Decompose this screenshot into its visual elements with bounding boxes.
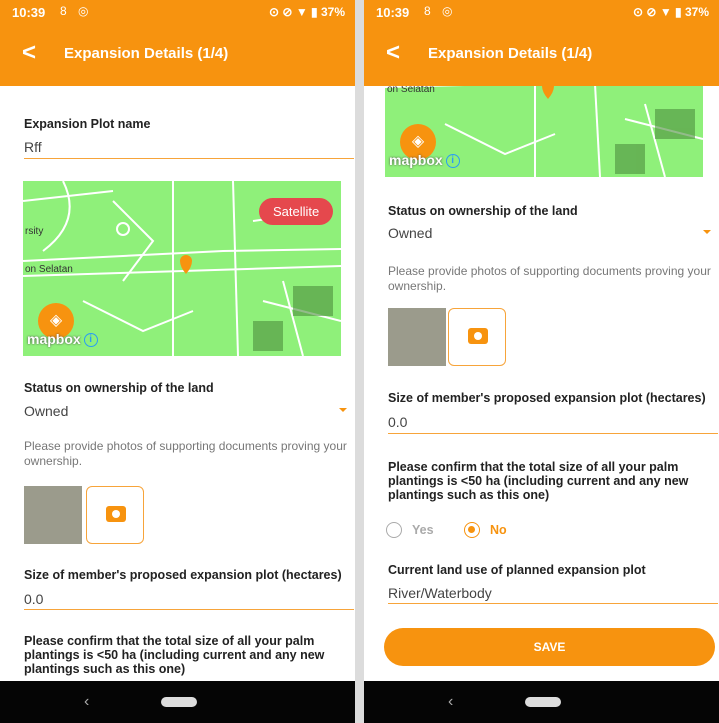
location-pin-icon — [542, 86, 554, 99]
status-right-icons: ⊙ ⊘ ▼ ▮ 37% — [633, 5, 709, 19]
status-time: 10:39 — [12, 5, 46, 20]
ownership-label: Status on ownership of the land — [24, 381, 214, 395]
chevron-down-icon[interactable] — [339, 408, 347, 412]
ownership-label: Status on ownership of the land — [388, 204, 578, 218]
road-label: on Selatan — [387, 86, 435, 95]
form-content[interactable]: on Selatan ◈ mapbox i Status on ownership… — [364, 86, 719, 681]
ownership-select[interactable]: Owned — [24, 403, 68, 419]
nav-home-pill[interactable] — [161, 697, 197, 707]
status-time: 10:39 — [376, 5, 410, 20]
photos-hint: Please provide photos of supporting docu… — [388, 264, 711, 293]
size-underline — [388, 433, 718, 434]
radio-yes[interactable] — [386, 522, 402, 538]
save-button[interactable]: SAVE — [384, 628, 715, 666]
photo-thumbnail[interactable] — [388, 308, 446, 366]
radio-yes-label[interactable]: Yes — [412, 523, 434, 537]
status-bar: 10:39 8 ◎ ⊙ ⊘ ▼ ▮ 37% — [364, 0, 719, 24]
chevron-down-icon[interactable] — [703, 230, 711, 234]
radio-no[interactable] — [464, 522, 480, 538]
status-misc-icons: 8 ◎ — [424, 4, 457, 18]
land-use-label: Current land use of planned expansion pl… — [388, 563, 646, 577]
map-view[interactable]: rsity on Selatan Satellite ◈ mapbox i — [23, 181, 341, 356]
page-title: Expansion Details (1/4) — [428, 45, 593, 62]
status-right-icons: ⊙ ⊘ ▼ ▮ 37% — [269, 5, 345, 19]
screen-left: 10:39 8 ◎ ⊙ ⊘ ▼ ▮ 37% < Expansion Detail… — [0, 0, 355, 723]
back-arrow-icon[interactable]: < — [386, 41, 400, 65]
size-input[interactable]: 0.0 — [24, 591, 43, 607]
app-bar: < Expansion Details (1/4) — [364, 24, 719, 86]
size-underline — [24, 609, 354, 610]
system-nav-bar: ‹ — [364, 681, 719, 723]
plot-name-input[interactable]: Rff — [24, 139, 42, 155]
system-nav-bar: ‹ — [0, 681, 355, 723]
status-bar: 10:39 8 ◎ ⊙ ⊘ ▼ ▮ 37% — [0, 0, 355, 24]
camera-icon — [468, 328, 488, 344]
satellite-button[interactable]: Satellite — [259, 198, 334, 225]
size-label: Size of member's proposed expansion plot… — [388, 391, 706, 405]
nav-home-pill[interactable] — [525, 697, 561, 707]
nav-back-icon[interactable]: ‹ — [448, 693, 453, 711]
road-label: on Selatan — [25, 264, 73, 275]
info-icon[interactable]: i — [445, 154, 460, 169]
camera-button[interactable] — [448, 308, 506, 366]
size-label: Size of member's proposed expansion plot… — [24, 568, 342, 582]
app-bar: < Expansion Details (1/4) — [0, 24, 355, 86]
info-icon[interactable]: i — [83, 333, 98, 348]
mapbox-logo: mapbox i — [389, 152, 460, 169]
size-input[interactable]: 0.0 — [388, 414, 407, 430]
mapbox-logo: mapbox i — [27, 331, 98, 348]
plot-name-label: Expansion Plot name — [24, 117, 151, 131]
road-label: rsity — [25, 226, 44, 237]
confirm-question: Please confirm that the total size of al… — [24, 634, 325, 676]
photo-thumbnail[interactable] — [24, 486, 82, 544]
land-use-underline — [388, 603, 718, 604]
photos-hint: Please provide photos of supporting docu… — [24, 439, 347, 468]
page-title: Expansion Details (1/4) — [64, 45, 229, 62]
confirm-question: Please confirm that the total size of al… — [388, 460, 689, 502]
ownership-select[interactable]: Owned — [388, 225, 432, 241]
camera-button[interactable] — [86, 486, 144, 544]
nav-back-icon[interactable]: ‹ — [84, 693, 89, 711]
radio-no-label[interactable]: No — [490, 523, 507, 537]
status-misc-icons: 8 ◎ — [60, 4, 93, 18]
map-view[interactable]: on Selatan ◈ mapbox i — [385, 86, 703, 177]
land-use-input[interactable]: River/Waterbody — [388, 585, 492, 601]
plot-name-underline — [24, 158, 354, 159]
back-arrow-icon[interactable]: < — [22, 41, 36, 65]
form-content[interactable]: Expansion Plot name Rff rsity on Selatan… — [0, 86, 355, 681]
screen-right: 10:39 8 ◎ ⊙ ⊘ ▼ ▮ 37% on Selatan ◈ mapbo… — [364, 0, 719, 723]
camera-icon — [106, 506, 126, 522]
